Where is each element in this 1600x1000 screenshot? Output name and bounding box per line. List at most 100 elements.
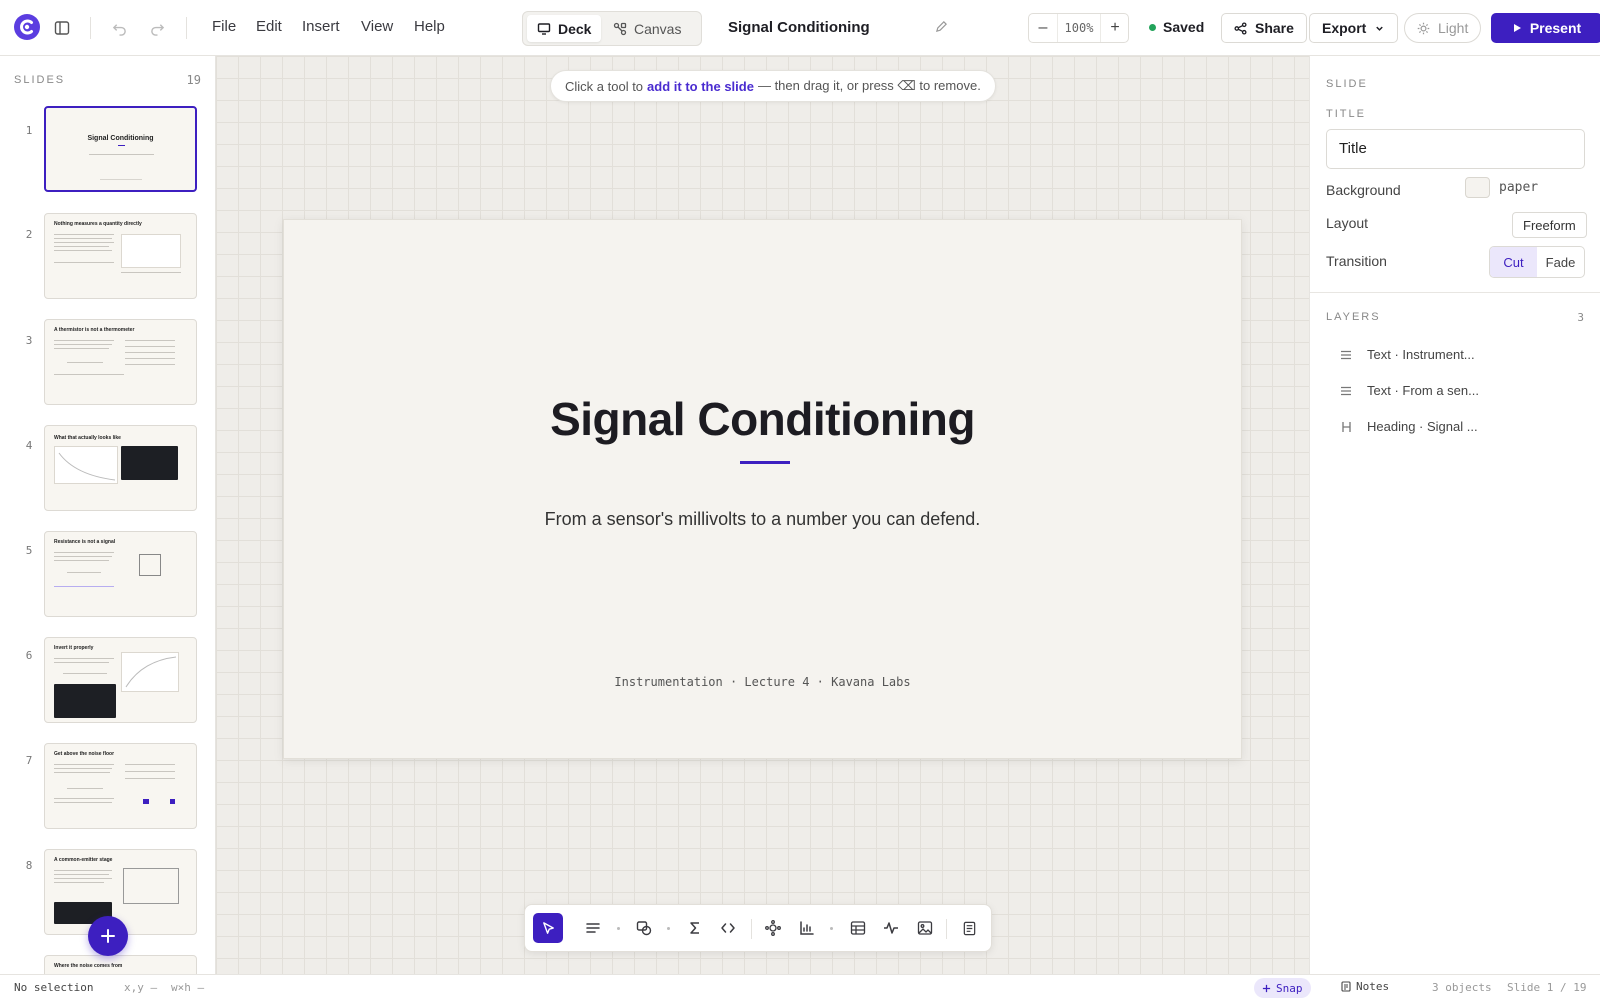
slide-subtitle[interactable]: From a sensor's millivolts to a number y… — [284, 509, 1241, 530]
tab-canvas[interactable]: Canvas — [603, 15, 691, 42]
thumb-title: Invert it properly — [54, 645, 94, 651]
notes-tool-icon[interactable] — [954, 913, 984, 943]
layout-select[interactable]: Freeform — [1512, 212, 1587, 238]
heading-icon — [1339, 421, 1353, 433]
slide-thumbnail-9[interactable]: Where the noise comes from — [44, 955, 197, 974]
slide-number: 2 — [25, 228, 33, 241]
plus-icon — [1262, 984, 1271, 993]
image-tool-icon[interactable] — [910, 913, 940, 943]
slide-thumbnail-7[interactable]: Get above the noise floor — [44, 743, 197, 829]
document-title[interactable]: Signal Conditioning — [728, 19, 870, 36]
zoom-level[interactable]: 100% — [1057, 14, 1101, 42]
equation-tool-icon[interactable] — [680, 913, 710, 943]
menu-view[interactable]: View — [361, 18, 393, 35]
menu-help[interactable]: Help — [414, 18, 445, 35]
zoom-in-button[interactable]: + — [1101, 14, 1129, 42]
slide-thumbnail-1[interactable]: Signal Conditioning — [44, 106, 197, 192]
layer-item[interactable]: Text · Instrument... — [1339, 347, 1475, 362]
editing-canvas[interactable]: Click a tool to add it to the slide — th… — [216, 56, 1309, 974]
zoom-control: – 100% + — [1028, 13, 1129, 43]
thumb-title: Signal Conditioning — [87, 135, 154, 142]
layers-label: LAYERS — [1326, 311, 1381, 323]
thumb-circuit — [123, 868, 179, 904]
slide-thumbnail-2[interactable]: Nothing measures a quantity directly — [44, 213, 197, 299]
divider — [90, 17, 91, 39]
theme-toggle-button[interactable]: Light — [1404, 13, 1482, 43]
thumb-marker — [170, 799, 175, 804]
thumb-title: Nothing measures a quantity directly — [54, 221, 142, 227]
slide-number: 7 — [25, 754, 33, 767]
rename-pencil-icon[interactable] — [935, 20, 948, 33]
menu-insert[interactable]: Insert — [302, 18, 340, 35]
divider — [1310, 292, 1600, 293]
zoom-out-button[interactable]: – — [1029, 14, 1057, 42]
layer-item[interactable]: Heading · Signal ... — [1339, 419, 1478, 434]
waveform-tool-icon[interactable] — [876, 913, 906, 943]
table-tool-icon[interactable] — [843, 913, 873, 943]
menu-file[interactable]: File — [212, 18, 236, 35]
diagram-tool-icon[interactable] — [758, 913, 788, 943]
tab-deck[interactable]: Deck — [527, 15, 602, 42]
code-tool-icon[interactable] — [713, 913, 743, 943]
chart-tool-icon[interactable] — [792, 913, 822, 943]
transition-label: Transition — [1326, 253, 1387, 269]
share-button[interactable]: Share — [1221, 13, 1307, 43]
hint-text-suffix: — then drag it, or press ⌫ to remove. — [757, 78, 981, 93]
thumb-code-block — [121, 446, 178, 480]
background-color-swatch[interactable] — [1465, 177, 1490, 198]
thumb-accent — [118, 145, 125, 146]
notes-toggle[interactable]: Notes — [1341, 980, 1389, 993]
slide-thumbnail-4[interactable]: What that actually looks like — [44, 425, 197, 511]
slide-heading[interactable]: Signal Conditioning — [284, 392, 1241, 446]
slide-thumbnail-5[interactable]: Resistance is not a signal — [44, 531, 197, 617]
selection-size: w×h — — [171, 981, 205, 994]
saved-dot-icon — [1149, 23, 1156, 31]
tab-deck-label: Deck — [558, 20, 592, 37]
slide-title-field[interactable]: Title — [1326, 129, 1585, 169]
save-status: Saved — [1149, 19, 1204, 35]
chevron-down-icon — [1374, 23, 1385, 34]
layers-count: 3 — [1577, 311, 1584, 324]
slide-number: 8 — [25, 859, 33, 872]
layout-label: Layout — [1326, 215, 1369, 231]
slide-number: 4 — [25, 439, 33, 452]
thumb-title: A thermistor is not a thermometer — [54, 327, 135, 333]
slide-thumbnail-3[interactable]: A thermistor is not a thermometer — [44, 319, 197, 405]
hint-link[interactable]: add it to the slide — [647, 79, 754, 94]
theme-label: Light — [1438, 20, 1469, 36]
shape-tool-icon[interactable] — [629, 913, 659, 943]
present-button[interactable]: Present — [1491, 13, 1600, 43]
selection-status: No selection — [14, 981, 94, 994]
add-slide-button[interactable] — [88, 916, 128, 956]
transition-option-cut[interactable]: Cut — [1490, 247, 1537, 277]
toggle-sidebar-icon[interactable] — [48, 14, 76, 42]
menu-edit[interactable]: Edit — [256, 18, 282, 35]
app-logo-icon[interactable] — [14, 14, 40, 40]
slide-thumbnail-6[interactable]: Invert it properly — [44, 637, 197, 723]
divider — [186, 17, 187, 39]
share-label: Share — [1255, 20, 1294, 36]
insert-toolbar — [524, 904, 992, 952]
redo-icon[interactable] — [143, 14, 171, 42]
transition-option-fade[interactable]: Fade — [1537, 247, 1584, 277]
select-tool-icon[interactable] — [533, 913, 563, 943]
layer-label: Text · Instrument... — [1367, 347, 1475, 362]
undo-icon[interactable] — [105, 14, 133, 42]
text-tool-icon[interactable] — [578, 913, 608, 943]
object-count: 3 objects — [1432, 981, 1492, 994]
cursor-position: x,y — — [124, 981, 158, 994]
layer-item[interactable]: Text · From a sen... — [1339, 383, 1479, 398]
thumb-title: Get above the noise floor — [54, 751, 115, 757]
monitor-icon — [537, 22, 551, 36]
hint-text-prefix: Click a tool to — [565, 78, 644, 94]
background-value: paper — [1499, 180, 1539, 195]
thumb-chart — [121, 652, 179, 692]
slide-footer[interactable]: Instrumentation · Lecture 4 · Kavana Lab… — [284, 675, 1241, 689]
thumb-title: Resistance is not a signal — [54, 539, 116, 545]
slide-number: 3 — [25, 334, 33, 347]
play-icon — [1512, 23, 1522, 33]
snap-toggle[interactable]: Snap — [1254, 978, 1311, 998]
current-slide[interactable]: Signal Conditioning From a sensor's mill… — [283, 219, 1242, 759]
export-button[interactable]: Export — [1309, 13, 1399, 43]
text-lines-icon — [1339, 386, 1353, 396]
